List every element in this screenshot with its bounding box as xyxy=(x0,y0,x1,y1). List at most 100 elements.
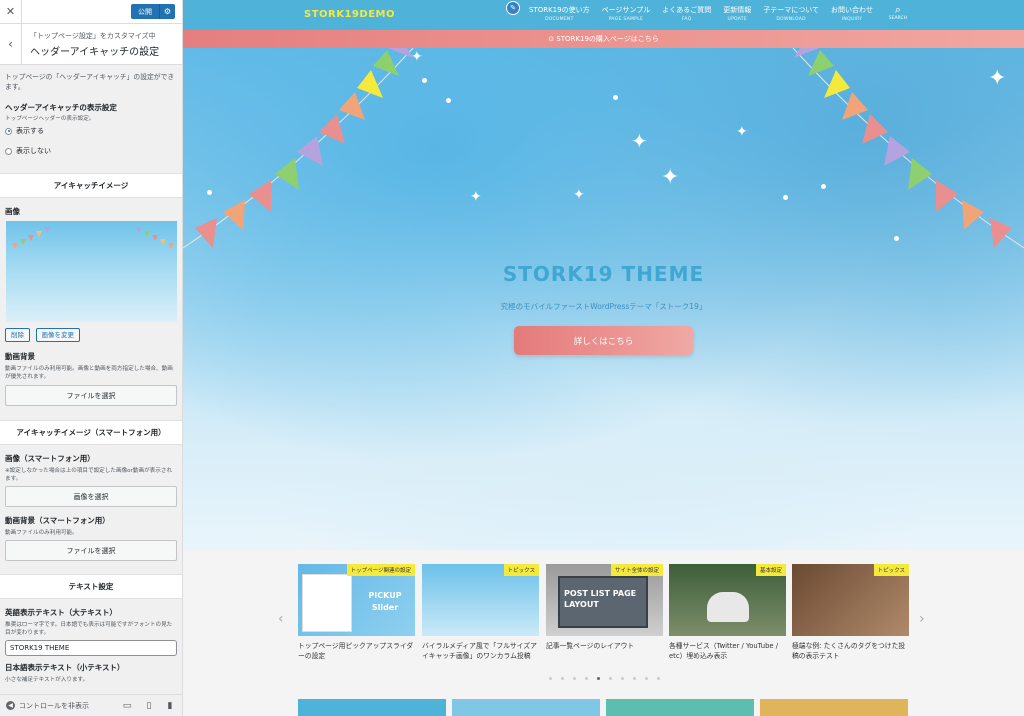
nav-sublabel: DOWNLOAD xyxy=(776,17,806,22)
close-icon[interactable]: ✕ xyxy=(0,0,22,23)
card-title: バイラルメディア風で「フルサイズアイキャッチ画像」のワンカラム投稿 xyxy=(422,642,537,660)
hero-details-button[interactable]: 詳しくはこちら xyxy=(514,326,693,355)
hero-title: STORK19 THEME xyxy=(502,262,705,286)
gear-icon[interactable]: ⚙ xyxy=(159,4,175,19)
publish-button[interactable]: 公開 xyxy=(131,4,159,19)
text-settings-group-title: テキスト設定 xyxy=(0,574,182,599)
section-title: ヘッダーアイキャッチの設定 xyxy=(30,47,160,58)
customizer-footer: ◀ コントロールを非表示 ▭ ▯ ▮ xyxy=(0,694,182,716)
pickup-banner[interactable] xyxy=(298,699,446,716)
pickup-card[interactable]: PICKUP Slider トップページ関連の設定 トップページ用ピックアップス… xyxy=(298,564,415,661)
card-thumbnail: POST LIST PAGE LAYOUT サイト全体の設定 xyxy=(546,564,663,636)
pagination-dot[interactable] xyxy=(585,677,588,680)
select-video-button[interactable]: ファイルを選択 xyxy=(5,385,177,406)
nav-sublabel: FAQ xyxy=(681,17,692,22)
nav-sublabel: INQUIRY xyxy=(841,17,863,22)
card-category-tag: 基本設定 xyxy=(755,564,786,576)
card-title: 極端な例: たくさんのタグをつけた投稿の表示テスト xyxy=(792,642,906,660)
nav-item-faq[interactable]: よくあるご質問 FAQ xyxy=(656,0,717,30)
breadcrumb: 「トップページ設定」をカスタマイズ中 xyxy=(30,32,156,40)
display-setting-desc: トップページヘッダーの表示設定。 xyxy=(5,116,95,122)
header-eyecatch: ✦ ✦ ✦ ✦ ✦ ✦ ✦ STORK19 THEME 究極のモバイルファースト… xyxy=(183,48,1024,550)
purchase-notice-bar[interactable]: ⊙ STORK19の購入ページはこちら xyxy=(183,30,1024,48)
nav-item-download[interactable]: 子テーマについて DOWNLOAD xyxy=(757,0,825,30)
en-text-input[interactable]: STORK19 THEME xyxy=(5,640,177,656)
card-title: トップページ用ピックアップスライダーの設定 xyxy=(298,642,414,660)
pickup-banner[interactable] xyxy=(606,699,754,716)
pagination-dot[interactable] xyxy=(621,677,624,680)
site-preview: STORK19DEMO ✎ STORK19の使い方 DOCUMENT ページサン… xyxy=(183,0,1024,716)
radio-hide-button[interactable] xyxy=(5,147,12,155)
change-image-button[interactable]: 画像を変更 xyxy=(35,328,81,342)
pickup-slider: ‹ › PICKUP Slider トップページ関連の設定 トップページ用ピック… xyxy=(183,550,1024,716)
edit-pencil-icon[interactable]: ✎ xyxy=(506,1,520,15)
pickup-banner[interactable] xyxy=(760,699,908,716)
pickup-banner[interactable] xyxy=(452,699,600,716)
nav-label: ページサンプル xyxy=(601,6,651,14)
card-category-tag: トピックス xyxy=(503,564,539,576)
slider-pagination xyxy=(549,677,669,680)
desktop-preview-icon[interactable]: ▭ xyxy=(121,700,133,712)
collapse-arrow-icon[interactable]: ◀ xyxy=(6,701,15,710)
select-sp-image-button[interactable]: 画像を選択 xyxy=(5,486,177,507)
pickup-card[interactable]: トピックス バイラルメディア風で「フルサイズアイキャッチ画像」のワンカラム投稿 xyxy=(422,564,539,661)
radio-show[interactable]: 表示する xyxy=(5,125,177,137)
pagination-dot[interactable] xyxy=(561,677,564,680)
image-label: 画像 xyxy=(5,207,20,216)
eyecatch-image-preview[interactable] xyxy=(6,221,177,322)
site-header: STORK19DEMO ✎ STORK19の使い方 DOCUMENT ページサン… xyxy=(183,0,1024,30)
pickup-card[interactable]: POST LIST PAGE LAYOUT サイト全体の設定 記事一覧ページのレ… xyxy=(546,564,663,651)
nav-item-page-sample[interactable]: ページサンプル PAGE SAMPLE xyxy=(596,0,657,30)
nav-item-update[interactable]: 更新情報 UPDATE xyxy=(717,0,757,30)
pagination-dot[interactable] xyxy=(549,677,552,680)
nav-label: お問い合わせ xyxy=(831,6,874,14)
mobile-preview-icon[interactable]: ▮ xyxy=(164,700,176,712)
hide-controls-button[interactable]: コントロールを非表示 xyxy=(19,701,89,711)
eyecatch-group-title: アイキャッチイメージ xyxy=(0,173,182,198)
bunting-decoration xyxy=(183,48,1024,249)
select-sp-video-button[interactable]: ファイルを選択 xyxy=(5,540,177,561)
section-header: ‹ 「トップページ設定」をカスタマイズ中 ヘッダーアイキャッチの設定 xyxy=(0,24,182,65)
card-title: 記事一覧ページのレイアウト xyxy=(546,642,635,650)
card-category-tag: トピックス xyxy=(873,564,909,576)
hero-subtitle: 究極のモバイルファーストWordPressテーマ「ストーク19」 xyxy=(500,302,707,311)
remove-image-button[interactable]: 削除 xyxy=(5,328,30,342)
radio-show-label: 表示する xyxy=(16,127,44,135)
card-category-tag: サイト全体の設定 xyxy=(610,564,663,576)
radio-show-button[interactable] xyxy=(5,127,12,135)
search-label: SEARCH xyxy=(888,16,907,21)
card-thumbnail: 基本設定 xyxy=(669,564,786,636)
pagination-dot[interactable] xyxy=(609,677,612,680)
en-text-desc: 推奨はローマ字です。日本語でも表示は可能ですがフォントの見た目が変わります。 xyxy=(5,622,173,636)
back-arrow-icon[interactable]: ‹ xyxy=(0,24,22,64)
radio-hide[interactable]: 表示しない xyxy=(5,145,177,157)
section-description: トップページの「ヘッダーアイキャッチ」の設定ができます。 xyxy=(5,73,175,91)
nav-sublabel: DOCUMENT xyxy=(544,17,574,22)
search-button[interactable]: ⌕ SEARCH xyxy=(889,3,907,21)
pagination-dot[interactable] xyxy=(657,677,660,680)
nav-label: STORK19の使い方 xyxy=(529,6,590,14)
pickup-card[interactable]: トピックス 極端な例: たくさんのタグをつけた投稿の表示テスト xyxy=(792,564,909,661)
card-thumbnail: PICKUP Slider トップページ関連の設定 xyxy=(298,564,415,636)
video-bg-desc: 動画ファイルのみ利用可能。画像と動画を両方指定した場合、動画が優先されます。 xyxy=(5,366,173,380)
sp-image-label: 画像（スマートフォン用） xyxy=(5,454,95,463)
pagination-dot[interactable] xyxy=(645,677,648,680)
card-image-text: PICKUP Slider xyxy=(368,591,402,612)
pagination-dot[interactable] xyxy=(633,677,636,680)
site-logo[interactable]: STORK19DEMO xyxy=(304,9,395,20)
customizer-sidebar: ✕ 公開 ⚙ ‹ 「トップページ設定」をカスタマイズ中 ヘッダーアイキャッチの設… xyxy=(0,0,183,716)
pagination-dot[interactable] xyxy=(573,677,576,680)
pagination-dot[interactable] xyxy=(597,677,600,680)
tablet-preview-icon[interactable]: ▯ xyxy=(143,700,155,712)
video-bg-label: 動画背景 xyxy=(5,352,35,361)
jp-text-desc: 小さな補足テキストが入ります。 xyxy=(5,677,89,683)
pickup-card[interactable]: 基本設定 各種サービス（Twitter / YouTube / etc）埋め込み… xyxy=(669,564,786,661)
slider-prev-icon[interactable]: ‹ xyxy=(278,611,284,627)
nav-item-document[interactable]: STORK19の使い方 DOCUMENT xyxy=(523,0,596,30)
slider-next-icon[interactable]: › xyxy=(919,611,925,627)
card-title: 各種サービス（Twitter / YouTube / etc）埋め込み表示 xyxy=(669,642,779,660)
card-image-text: POST LIST PAGE LAYOUT xyxy=(564,589,637,609)
main-nav: STORK19の使い方 DOCUMENT ページサンプル PAGE SAMPLE… xyxy=(523,0,879,30)
nav-item-inquiry[interactable]: お問い合わせ INQUIRY xyxy=(825,0,879,30)
card-category-tag: トップページ関連の設定 xyxy=(346,564,415,576)
